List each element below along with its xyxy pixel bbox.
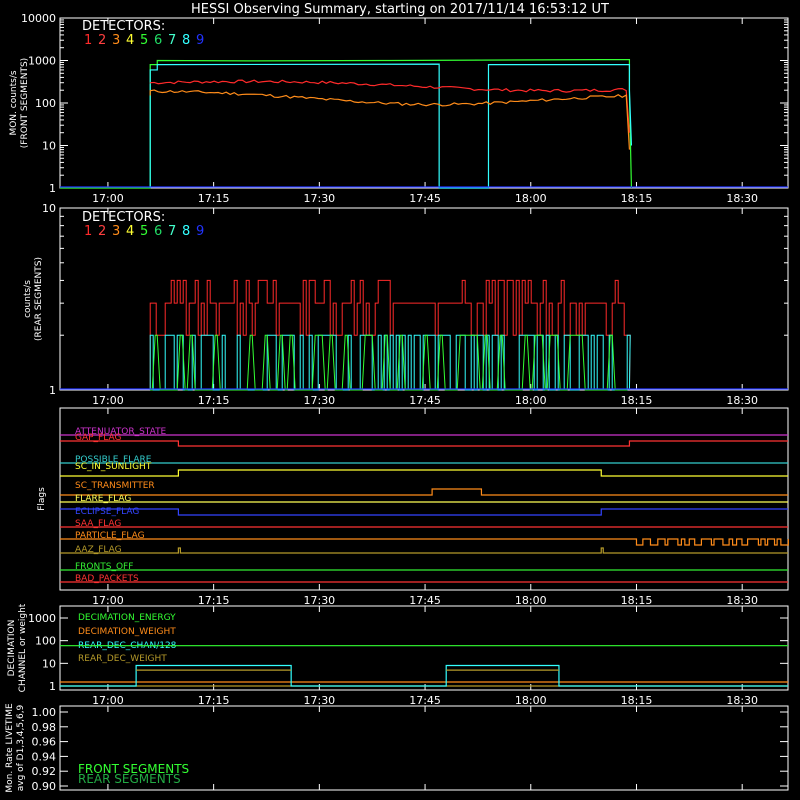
flags-panel-xtick-label: 18:30	[726, 594, 758, 607]
decimation-panel-ytick-label: 10	[42, 657, 56, 670]
front-panel-detector-6: 6	[154, 33, 162, 48]
front-panel-detector-4: 4	[126, 33, 134, 48]
panels: 17:00 17:15 17:30 17:45 18:00 18:15 18:3011010…	[5, 12, 789, 793]
decimation-panel-xtick-label: 17:15	[198, 694, 230, 707]
front-panel-ytick-label: 10	[42, 140, 56, 153]
front-panel-xtick-label: 18:00	[515, 192, 547, 205]
rear-panel-xtick-label: 17:15	[198, 394, 230, 407]
decimation-legend-3: REAR_DEC_WEIGHT	[78, 654, 167, 664]
front-panel-ytick-label: 1000	[28, 55, 56, 68]
decimation-panel-ytick-label: 100	[35, 635, 56, 648]
flags-panel-xtick-label: 18:15	[621, 594, 653, 607]
livetime-panel-ylabel-line: Mon. Rate LIVETIME	[5, 703, 15, 793]
livetime-rear-label: REAR SEGMENTS	[78, 772, 181, 786]
flags-ylabel: Flags	[37, 487, 47, 511]
series-green-line	[60, 58, 633, 189]
front-panel-xtick-label: 17:15	[198, 192, 230, 205]
front-panel-detector-7: 7	[168, 33, 176, 48]
front-panel-detector-9: 9	[196, 33, 204, 48]
flags-panel-xtick-label: 17:30	[303, 594, 335, 607]
livetime-panel-ytick-label: 0.90	[32, 780, 57, 793]
front-panel-detectors-label: DETECTORS:	[82, 19, 165, 34]
rear-panel-xtick-label: 18:00	[515, 394, 547, 407]
front-panel-ytick-label: 10000	[21, 12, 56, 25]
decimation-panel-xtick-label: 18:00	[515, 694, 547, 707]
rear-panel-detector-5: 5	[140, 224, 148, 239]
livetime-panel-ytick-label: 1.00	[32, 706, 57, 719]
front-panel-ytick-label: 100	[35, 97, 56, 110]
livetime-panel-ytick-label: 0.92	[32, 765, 57, 778]
livetime-panel-ylabel-line: avg of D1,3,4,5,6,9	[16, 704, 26, 791]
front-panel-xtick-label: 17:00	[92, 192, 124, 205]
rear-panel-ylabel-line: counts/s	[23, 280, 33, 318]
observing-summary-figure: HESSI Observing Summary, starting on 201…	[0, 0, 800, 800]
rear-panel-ylabel-line: (REAR SEGMENTS)	[34, 257, 44, 341]
front-panel-ylabel-line: (FRONT SEGMENTS)	[20, 58, 30, 148]
decimation-panel-xtick-label: 18:30	[726, 694, 758, 707]
decimation-panel-xtick-label: 17:00	[92, 694, 124, 707]
series-red-line	[149, 79, 631, 133]
front-panel-detector-8: 8	[182, 33, 190, 48]
decimation-panel-ytick-label: 1	[49, 680, 56, 693]
rear-panel-xtick-label: 17:45	[409, 394, 441, 407]
flags-panel-xtick-label: 17:45	[409, 594, 441, 607]
front-panel-xtick-label: 17:30	[303, 192, 335, 205]
decimation-panel-xtick-label: 18:15	[621, 694, 653, 707]
front-panel-ylabel-line: MON. counts/s	[9, 70, 19, 135]
front-panel-xtick-label: 18:15	[621, 192, 653, 205]
livetime-panel-ytick-label: 0.96	[32, 736, 57, 749]
rear-panel-detector-9: 9	[196, 224, 204, 239]
rear-panel-xtick-label: 18:30	[726, 394, 758, 407]
chart-canvas: HESSI Observing Summary, starting on 201…	[5, 2, 789, 793]
decimation-legend-0: DECIMATION_ENERGY	[78, 613, 176, 623]
rear-dec-chan-line	[60, 664, 788, 687]
series-orange-line	[149, 89, 631, 150]
front-panel-xtick-label: 17:45	[409, 192, 441, 205]
decimation-panel-ylabel-line: DECIMATION	[7, 620, 17, 677]
rear-panel-ytick-label: 1	[49, 384, 56, 397]
front-panel-detector-3: 3	[112, 33, 120, 48]
flag-line-particle-flag	[60, 538, 789, 546]
decimation-panel-ytick-label: 1000	[28, 612, 56, 625]
rear-panel-ytick-label: 10	[42, 202, 56, 215]
rear-panel-detector-1: 1	[84, 224, 92, 239]
front-panel-xtick-label: 18:30	[726, 192, 758, 205]
front-panel-detector-2: 2	[98, 33, 106, 48]
rear-panel-ylabel: counts/s(REAR SEGMENTS)	[23, 257, 44, 341]
livetime-panel-ytick-label: 0.98	[32, 721, 57, 734]
rear-panel-detector-6: 6	[154, 224, 162, 239]
flags-panel-xtick-label: 17:00	[92, 594, 124, 607]
rear-panel-xtick-label: 17:00	[92, 394, 124, 407]
rear-panel-xtick-label: 18:15	[621, 394, 653, 407]
flag-line-sc-transmitter	[60, 488, 788, 496]
front-panel-ylabel: MON. counts/s(FRONT SEGMENTS)	[9, 58, 30, 148]
flags-panel-xtick-label: 18:00	[515, 594, 547, 607]
front-panel-ytick-label: 1	[49, 182, 56, 195]
decimation-panel-xtick-label: 17:30	[303, 694, 335, 707]
front-panel-detector-5: 5	[140, 33, 148, 48]
series-cyan-line	[149, 63, 633, 189]
rear-panel-detectors-label: DETECTORS:	[82, 210, 165, 225]
flag-label-sc-in-sunlight: SC_IN_SUNLIGHT	[75, 462, 152, 472]
rear-panel-detector-7: 7	[168, 224, 176, 239]
flag-line-aaz-flag	[60, 547, 788, 554]
chart-title: HESSI Observing Summary, starting on 201…	[191, 2, 609, 17]
decimation-panel-ylabel-line: CHANNEL or weight	[18, 603, 28, 692]
livetime-panel-ylabel: Mon. Rate LIVETIMEavg of D1,3,4,5,6,9	[5, 703, 26, 793]
flag-line-eclipse-flag	[60, 508, 788, 516]
livetime-panel-ytick-label: 0.94	[32, 750, 57, 763]
flag-label-sc-transmitter: SC_TRANSMITTER	[75, 481, 155, 491]
rear-panel-detector-2: 2	[98, 224, 106, 239]
rear-panel-xtick-label: 17:30	[303, 394, 335, 407]
decimation-legend-1: DECIMATION_WEIGHT	[78, 627, 176, 637]
flag-line-sc-in-sunlight	[60, 469, 788, 477]
flag-line-gap-flag	[60, 440, 788, 447]
rear-panel-detector-4: 4	[126, 224, 134, 239]
decimation-panel-xtick-label: 17:45	[409, 694, 441, 707]
decimation-panel-ylabel: DECIMATIONCHANNEL or weight	[7, 603, 28, 692]
rear-panel-detector-3: 3	[112, 224, 120, 239]
front-panel-detector-1: 1	[84, 33, 92, 48]
flags-panel-xtick-label: 17:15	[198, 594, 230, 607]
rear-panel-detector-8: 8	[182, 224, 190, 239]
